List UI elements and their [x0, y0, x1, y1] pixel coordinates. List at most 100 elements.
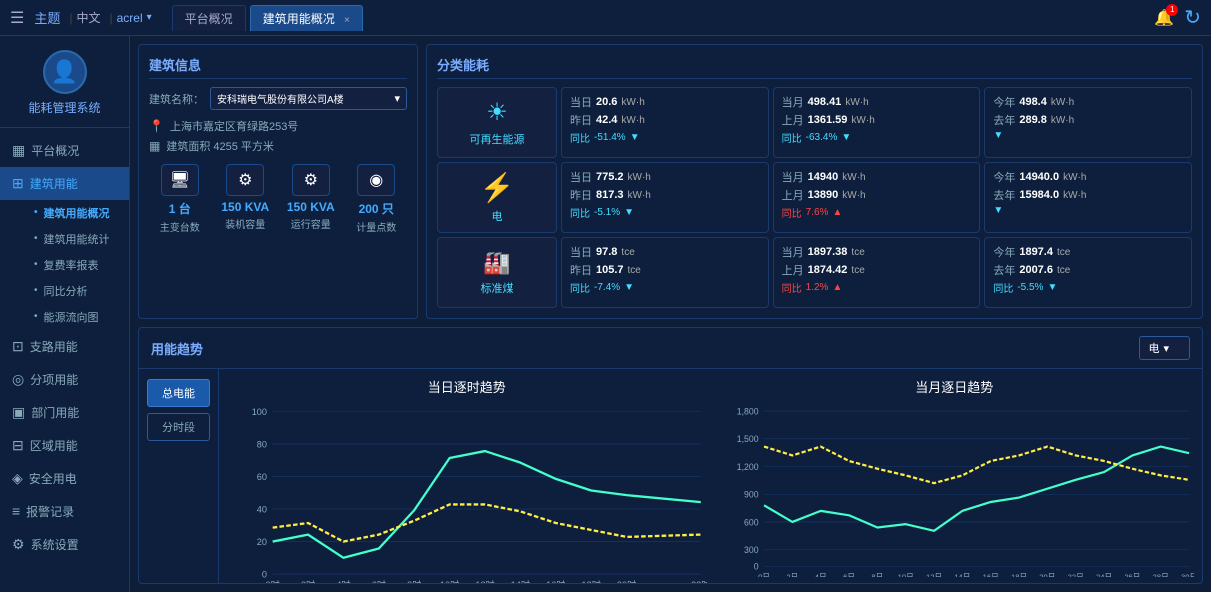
svg-text:18时: 18时 — [582, 579, 601, 583]
coal-icon: 🏭 — [483, 250, 510, 276]
user-dropdown-arrow[interactable]: ▾ — [147, 12, 152, 23]
building-address-row: 📍 上海市嘉定区育绿路253号 — [149, 118, 407, 134]
svg-text:0日: 0日 — [758, 573, 770, 578]
topbar-right: 🔔 1 ↻ — [1154, 5, 1201, 30]
sidebar-sub-compare[interactable]: 同比分析 — [26, 278, 129, 304]
monthly-chart-title: 当月逐日趋势 — [915, 377, 993, 396]
stat-meter-label: 计量点数 — [356, 219, 396, 234]
notification-bell[interactable]: 🔔 1 — [1154, 8, 1174, 28]
area-icon: ⊟ — [12, 437, 24, 454]
trend-header: 用能趋势 电 ▾ — [139, 328, 1202, 369]
svg-text:20日: 20日 — [1039, 573, 1055, 578]
energy-type-selector[interactable]: 电 ▾ — [1139, 336, 1190, 360]
sidebar-item-branch[interactable]: ⊡ 支路用能 — [0, 330, 129, 363]
building-area: 建筑面积 4255 平方米 — [166, 138, 274, 154]
stat-transformer-value: 1 台 — [169, 200, 191, 217]
svg-text:20时: 20时 — [617, 579, 636, 583]
building-icon: ⊞ — [12, 175, 24, 192]
location-icon: 📍 — [149, 119, 164, 133]
close-tab-icon[interactable]: × — [344, 15, 350, 26]
electricity-month-cell: 当月14940kW·h 上月13890kW·h 同比7.6%▲ — [773, 162, 981, 233]
svg-text:16时: 16时 — [546, 579, 565, 583]
notification-badge: 1 — [1166, 4, 1178, 16]
area-icon: ▦ — [149, 139, 160, 153]
sidebar-item-subitem[interactable]: ◎ 分项用能 — [0, 363, 129, 396]
svg-text:28日: 28日 — [1152, 573, 1168, 578]
building-name-label: 建筑名称： — [149, 91, 204, 107]
sidebar-label-subitem: 分项用能 — [30, 371, 78, 388]
system-name: 能耗管理系统 — [28, 100, 100, 117]
sidebar-label-building: 建筑用能 — [30, 175, 78, 192]
total-energy-button[interactable]: 总电能 — [147, 379, 210, 407]
branch-icon: ⊡ — [12, 338, 24, 355]
electricity-label: 电 — [492, 208, 503, 224]
monthly-chart-svg-wrap: 1,800 1,500 1,200 900 600 300 0 0日 2日 — [715, 400, 1195, 577]
dept-icon: ▣ — [12, 404, 25, 421]
monthly-chart-container: 当月逐日趋势 — [715, 377, 1195, 575]
legend-last-month: 上月 — [960, 581, 1004, 583]
tab-building-overview[interactable]: 建筑用能概况 × — [250, 5, 363, 31]
platform-icon: ▦ — [12, 142, 25, 159]
stat-meter-value: 200 只 — [359, 200, 394, 217]
main-layout: 👤 能耗管理系统 ▦ 平台概况 ⊞ 建筑用能 建筑用能概况 建筑用能统计 复费率… — [0, 36, 1211, 592]
stat-installed-label: 装机容量 — [225, 216, 265, 231]
energy-type-renewable: ☀ 可再生能源 — [437, 87, 557, 158]
energy-grid: ☀ 可再生能源 当日20.6kW·h 昨日42.4kW·h 同比-51.4%▼ … — [437, 87, 1192, 308]
svg-text:16日: 16日 — [982, 573, 998, 578]
language-label[interactable]: 中文 — [76, 9, 100, 26]
sidebar-sub-stats[interactable]: 建筑用能统计 — [26, 226, 129, 252]
svg-text:4时: 4时 — [336, 579, 350, 583]
building-info-panel: 建筑信息 建筑名称： 安科瑞电气股份有限公司A楼 ▾ 📍 上海市嘉定区育绿路25… — [138, 44, 418, 319]
trend-body: 总电能 分时段 当日逐时趋势 — [139, 369, 1202, 583]
svg-text:20: 20 — [257, 537, 267, 547]
energy-selector-value: 电 — [1148, 340, 1159, 356]
stat-transformer-label: 主变台数 — [160, 219, 200, 234]
daily-chart-svg: 100 80 60 40 20 0 0时 2时 4时 — [227, 400, 707, 583]
avatar-icon: 👤 — [51, 59, 78, 85]
selector-arrow-icon: ▾ — [1163, 342, 1169, 355]
sidebar-item-safety[interactable]: ◈ 安全用电 — [0, 462, 129, 495]
renewable-label: 可再生能源 — [470, 131, 525, 147]
sidebar-label-platform: 平台概况 — [31, 142, 79, 159]
refresh-icon[interactable]: ↻ — [1184, 5, 1201, 30]
renewable-month-cell: 当月498.41kW·h 上月1361.59kW·h 同比-63.4%▼ — [773, 87, 981, 158]
sidebar-sub-overview[interactable]: 建筑用能概况 — [26, 200, 129, 226]
stat-running-label: 运行容量 — [291, 216, 331, 231]
coal-day-cell: 当日97.8tce 昨日105.7tce 同比-7.4%▼ — [561, 237, 769, 308]
sidebar-item-alarm[interactable]: ≡ 报警记录 — [0, 495, 129, 528]
energy-class-title: 分类能耗 — [437, 55, 1192, 79]
sidebar: 👤 能耗管理系统 ▦ 平台概况 ⊞ 建筑用能 建筑用能概况 建筑用能统计 复费率… — [0, 36, 130, 592]
legend-current-month: 当月 — [904, 581, 948, 583]
time-period-button[interactable]: 分时段 — [147, 413, 210, 441]
daily-chart-container: 当日逐时趋势 — [227, 377, 707, 575]
svg-text:2时: 2时 — [301, 579, 315, 583]
sidebar-sub-report[interactable]: 复费率报表 — [26, 252, 129, 278]
trend-title: 用能趋势 — [151, 339, 203, 358]
renewable-year-cell: 今年498.4kW·h 去年289.8kW·h ▼ — [984, 87, 1192, 158]
menu-icon[interactable]: ☰ — [10, 8, 24, 28]
sidebar-label-branch: 支路用能 — [30, 338, 78, 355]
legend-last-label: 上月 — [984, 581, 1004, 583]
stat-meter-count: ◉ 200 只 计量点数 — [346, 164, 408, 234]
svg-text:14日: 14日 — [954, 573, 970, 578]
svg-text:4日: 4日 — [814, 573, 826, 578]
sidebar-item-dept[interactable]: ▣ 部门用能 — [0, 396, 129, 429]
sidebar-item-building[interactable]: ⊞ 建筑用能 — [0, 167, 129, 200]
sidebar-sub-flow[interactable]: 能源流向图 — [26, 304, 129, 330]
sidebar-item-area[interactable]: ⊟ 区域用能 — [0, 429, 129, 462]
renewable-day-cell: 当日20.6kW·h 昨日42.4kW·h 同比-51.4%▼ — [561, 87, 769, 158]
sidebar-item-platform[interactable]: ▦ 平台概况 — [0, 134, 129, 167]
tab-platform[interactable]: 平台概况 — [172, 5, 246, 31]
stat-transformers: 🖥 1 台 主变台数 — [149, 164, 211, 234]
stat-running-capacity: ⚙ 150 KVA 运行容量 — [280, 164, 342, 234]
svg-text:24日: 24日 — [1095, 573, 1111, 578]
svg-text:0: 0 — [262, 569, 267, 579]
svg-text:12时: 12时 — [475, 579, 494, 583]
svg-text:1,500: 1,500 — [736, 434, 758, 444]
trend-panel: 用能趋势 电 ▾ 总电能 分时段 当日逐时趋势 — [138, 327, 1203, 584]
running-capacity-icon-box: ⚙ — [292, 164, 330, 196]
sidebar-item-settings[interactable]: ⚙ 系统设置 — [0, 528, 129, 561]
svg-text:60: 60 — [257, 472, 267, 482]
building-name-select[interactable]: 安科瑞电气股份有限公司A楼 ▾ — [210, 87, 407, 110]
building-name-row: 建筑名称： 安科瑞电气股份有限公司A楼 ▾ — [149, 87, 407, 110]
